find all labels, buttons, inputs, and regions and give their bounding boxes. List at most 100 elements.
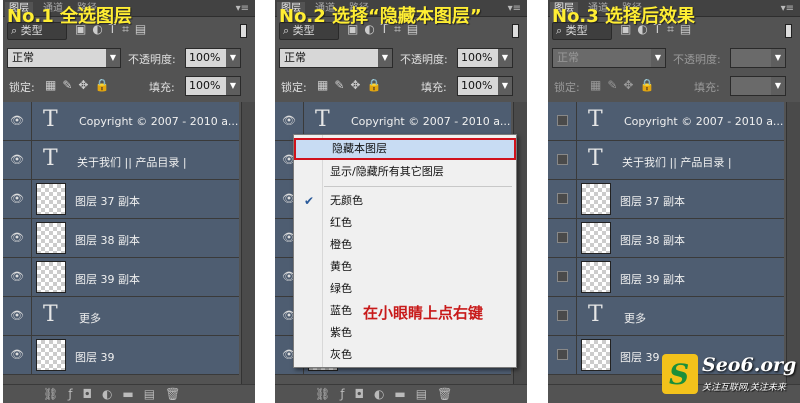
eye-icon[interactable]: 👁 [9, 153, 25, 167]
text-layer-icon: T [43, 146, 58, 171]
opacity-value: 100% [461, 51, 493, 64]
lock-label: 锁定: [554, 81, 580, 94]
opacity-label: 不透明度: [673, 53, 721, 66]
chevron-down-icon: ▼ [378, 49, 392, 67]
blend-mode-select[interactable]: 正常 ▼ [552, 48, 666, 68]
menu-item-violet[interactable]: 紫色 [294, 322, 516, 344]
menu-item-gray[interactable]: 灰色 [294, 344, 516, 366]
fill-input[interactable]: 100% ▼ [185, 76, 241, 96]
lock-icons[interactable]: ▦✎✥🔒 [45, 78, 115, 92]
menu-item-green[interactable]: 绿色 [294, 278, 516, 300]
lock-row: 锁定: ▦✎✥🔒 填充: ▼ [552, 76, 796, 98]
visibility-off-icon[interactable] [557, 349, 568, 360]
layer-name: Copyright © 2007 - 2010 a... [79, 115, 239, 128]
eye-icon[interactable]: 👁 [9, 348, 25, 362]
opacity-input[interactable]: ▼ [730, 48, 786, 68]
layer-scrollbar[interactable] [241, 102, 255, 384]
layer-row[interactable]: 👁 图层 38 副本 [3, 219, 239, 258]
layer-row[interactable]: 图层 39 副本 [548, 258, 784, 297]
layer-row[interactable]: 👁 图层 37 副本 [3, 180, 239, 219]
site-watermark: S Seo6.org 关注互联网,关注未来 [662, 350, 798, 398]
layers-panel-3: 图层 通道 路径 ▾≡ No.3 选择后效果 ⌕ 类型 ▣◐T⌗▤ 正常 ▼ 不透… [548, 0, 800, 403]
visibility-off-icon[interactable] [557, 232, 568, 243]
blend-mode-select[interactable]: 正常 ▼ [279, 48, 393, 68]
chevron-down-icon: ▼ [498, 77, 512, 95]
layer-thumbnail [581, 222, 611, 254]
eye-icon[interactable]: 👁 [9, 114, 25, 128]
logo-letter: S [669, 358, 690, 391]
blend-mode-label: 正常 [557, 51, 579, 64]
layer-row[interactable]: 👁 图层 39 [3, 336, 239, 375]
layer-action-icons[interactable]: ⛓ƒ◘◐▬▤🗑 [315, 387, 462, 401]
text-layer-icon: T [315, 107, 330, 132]
visibility-off-icon[interactable] [557, 271, 568, 282]
filter-toggle[interactable] [240, 24, 247, 38]
visibility-off-icon[interactable] [557, 115, 568, 126]
panel-menu-icon[interactable]: ▾≡ [781, 3, 794, 14]
fill-input[interactable]: 100% ▼ [457, 76, 513, 96]
text-layer-icon: T [588, 107, 603, 132]
lock-row: 锁定: ▦✎✥🔒 填充: 100% ▼ [279, 76, 523, 98]
fill-label: 填充: [149, 81, 175, 94]
blend-mode-select[interactable]: 正常 ▼ [7, 48, 121, 68]
menu-item-red[interactable]: 红色 [294, 212, 516, 234]
opacity-value: 100% [189, 51, 221, 64]
filter-toggle[interactable] [512, 24, 519, 38]
panel-bottom-bar: ⛓ƒ◘◐▬▤🗑 [275, 384, 527, 403]
chevron-down-icon: ▼ [226, 77, 240, 95]
layer-scrollbar[interactable] [786, 102, 800, 384]
panel-bottom-bar: ⛓ƒ◘◐▬▤🗑 [3, 384, 255, 403]
layer-name: 图层 39 副本 [620, 273, 685, 286]
eye-icon[interactable]: 👁 [9, 192, 25, 206]
menu-item-toggle-other-layers[interactable]: 显示/隐藏所有其它图层 [294, 161, 516, 183]
layer-action-icons[interactable]: ⛓ƒ◘◐▬▤🗑 [43, 387, 190, 401]
opacity-input[interactable]: 100% ▼ [457, 48, 513, 68]
eye-icon[interactable]: 👁 [281, 114, 297, 128]
eye-icon[interactable]: 👁 [9, 309, 25, 323]
chevron-down-icon: ▼ [498, 49, 512, 67]
blend-row: 正常 ▼ 不透明度: 100% ▼ [7, 48, 251, 70]
opacity-label: 不透明度: [128, 53, 176, 66]
layer-row[interactable]: 图层 37 副本 [548, 180, 784, 219]
filter-toggle[interactable] [785, 24, 792, 38]
layer-row[interactable]: 👁 T Copyright © 2007 - 2010 a... [3, 102, 239, 141]
layer-row[interactable]: T 更多 [548, 297, 784, 336]
chevron-down-icon: ▼ [651, 49, 665, 67]
chevron-down-icon: ▼ [106, 49, 120, 67]
menu-item-yellow[interactable]: 黄色 [294, 256, 516, 278]
chevron-down-icon: ▼ [226, 49, 240, 67]
text-layer-icon: T [588, 146, 603, 171]
layer-row[interactable]: T Copyright © 2007 - 2010 a... [548, 102, 784, 141]
layer-name: 更多 [79, 312, 101, 325]
layer-thumbnail [581, 183, 611, 215]
layer-context-menu: 隐藏本图层 显示/隐藏所有其它图层 ✔ 无颜色 红色 橙色 黄色 绿色 蓝色 紫色… [293, 134, 517, 368]
layer-row[interactable]: T 关于我们 || 产品目录 | [548, 141, 784, 180]
lock-icons[interactable]: ▦✎✥🔒 [590, 78, 660, 92]
menu-item-hide-layer[interactable]: 隐藏本图层 [294, 138, 516, 160]
layer-thumbnail [581, 261, 611, 293]
visibility-off-icon[interactable] [557, 310, 568, 321]
panel-menu-icon[interactable]: ▾≡ [236, 3, 249, 14]
layers-panel-1: 图层 通道 路径 ▾≡ No.1 全选图层 ⌕ 类型 ▣◐T⌗▤ 正常 ▼ 不透明… [3, 0, 255, 403]
chevron-down-icon: ▼ [771, 77, 785, 95]
fill-input[interactable]: ▼ [730, 76, 786, 96]
layer-row[interactable]: 图层 38 副本 [548, 219, 784, 258]
menu-item-no-color[interactable]: ✔ 无颜色 [294, 190, 516, 212]
eye-icon[interactable]: 👁 [9, 231, 25, 245]
eye-icon[interactable]: 👁 [9, 270, 25, 284]
layer-row[interactable]: 👁 T 更多 [3, 297, 239, 336]
step-caption: No.1 全选图层 [7, 6, 133, 27]
opacity-input[interactable]: 100% ▼ [185, 48, 241, 68]
site-slogan: 关注互联网,关注未来 [702, 383, 786, 393]
panel-menu-icon[interactable]: ▾≡ [508, 3, 521, 14]
layer-thumbnail [36, 339, 66, 371]
visibility-off-icon[interactable] [557, 193, 568, 204]
lock-label: 锁定: [9, 81, 35, 94]
layer-name: 图层 39 [75, 351, 115, 364]
layer-thumbnail [36, 183, 66, 215]
layer-row[interactable]: 👁 T 关于我们 || 产品目录 | [3, 141, 239, 180]
visibility-off-icon[interactable] [557, 154, 568, 165]
lock-icons[interactable]: ▦✎✥🔒 [317, 78, 387, 92]
layer-row[interactable]: 👁 图层 39 副本 [3, 258, 239, 297]
menu-item-orange[interactable]: 橙色 [294, 234, 516, 256]
